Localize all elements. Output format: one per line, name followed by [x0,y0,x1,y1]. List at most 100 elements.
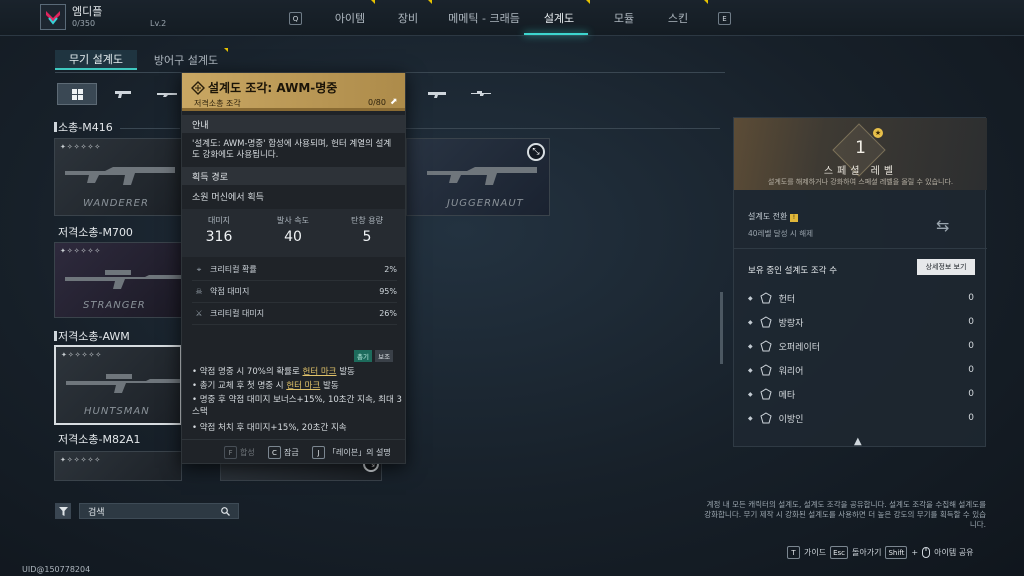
blueprint-card-selected[interactable]: ✦✧✧✧✧✧ HUNTSMAN [54,345,182,425]
subtab-weapon-blueprint[interactable]: 무기 설계도 [55,50,137,70]
trait-text: 약점 처치 후 대미지+15%, 20초간 지속 [199,423,347,433]
trait-badges: 총기 보조 [354,350,394,362]
next-tab-key[interactable]: E [718,12,731,25]
filter-smg-button[interactable] [420,83,454,105]
avatar[interactable] [40,4,66,30]
tooltip-header: 설계도 조각: AWM-명중 저격소총 조각 0/80 ⬈ [182,73,405,111]
class-row-hunter: ◆ 헌터 0 [748,286,974,310]
weapon-group-label: 소총-M416 [58,121,113,134]
filter-rifle-button[interactable] [150,83,184,105]
hunter-mark-link[interactable]: 헌터 마크 [303,367,337,377]
stat-label: 탄창 용량 [351,216,383,225]
player-name: 엠디플 [72,5,103,18]
class-count: 0 [968,389,974,399]
expand-icon[interactable]: ⤡ [527,143,545,161]
trait-bullet: • 약점 처치 후 대미지+15%, 20초간 지속 [192,423,347,433]
key-esc[interactable]: Esc [830,546,849,559]
tab-label: 아이템 [334,12,366,25]
share-item-label: 아이템 공유 [934,548,974,557]
substat-value: 95% [379,287,397,296]
tab-memetic[interactable]: 메메틱 - 크래듬 [442,0,526,36]
hunter-mark-link[interactable]: 헌터 마크 [286,381,320,391]
group-marker [54,331,57,341]
class-row-meta: ◆ 메타 0 [748,382,974,406]
subtab-armor-blueprint[interactable]: 방어구 설계도 [146,50,226,70]
synthesize-hint[interactable]: F 합성 [224,446,255,459]
game-logo-icon [46,11,60,25]
filter-all-button[interactable] [57,83,97,105]
rifle-image [427,167,537,185]
divider [406,128,720,129]
class-count: 0 [968,365,974,375]
class-count: 0 [968,341,974,351]
pistol-icon [115,91,131,98]
blueprint-card[interactable]: ✦✧✧✧✧✧ STRANGER [54,242,182,318]
player-level: Lv.2 [150,19,167,28]
player-exp: 0/350 [72,19,96,28]
hint-label: 합성 [240,448,255,457]
class-row-wanderer: ◆ 방랑자 0 [748,310,974,334]
warrior-icon [759,363,773,377]
tab-module[interactable]: 모듈 [606,0,642,36]
detail-info-button[interactable]: 상세정보 보기 [917,259,975,275]
stranger-icon [759,411,773,425]
filter-sniper-button[interactable] [464,83,498,105]
bottom-key-hints: T 가이드 Esc 돌아가기 Shift + 아이템 공유 [787,546,997,559]
tab-skin[interactable]: 스킨 [658,0,698,36]
filter-pistol-button[interactable] [106,83,140,105]
lock-hint[interactable]: C 잠금 [268,446,299,459]
substat-value: 26% [379,309,397,318]
info-icon: ! [789,214,798,222]
crosshair-icon: ⌖ [196,264,202,274]
new-flag-icon [371,0,375,4]
search-placeholder: 검색 [88,507,105,518]
chevron-up-icon[interactable]: ▲ [854,436,862,447]
sniper-icon [471,91,491,96]
blueprint-card[interactable]: ✦✧✧✧✧✧ WANDERER [54,138,182,216]
trait-text: 발동 [336,367,355,377]
stat-fire-rate: 발사 속도 40 [256,215,330,245]
tab-blueprint[interactable]: 설계도 [530,0,588,36]
raven-description-hint[interactable]: J 「레이븐」의 설명 [312,446,391,459]
tab-equipment[interactable]: 장비 [390,0,426,36]
fragment-count: 0/80 [368,98,386,107]
prev-tab-key[interactable]: Q [289,12,302,25]
substat-label: 크리티컬 대미지 [210,309,265,318]
new-flag-icon [428,0,432,4]
key-c: C [268,446,281,459]
level-label: 스페셜 레벨 [823,166,898,177]
guide-label: 가이드 [804,548,827,557]
weapon-group-label: 저격소총-M700 [58,226,133,239]
stat-value: 40 [284,229,302,245]
filter-button[interactable] [55,503,71,519]
class-row-operator: ◆ 오퍼레이터 0 [748,334,974,358]
convert-sub: 40레벨 달성 시 해제 [748,229,813,238]
search-input[interactable]: 검색 [79,503,239,519]
blueprint-card[interactable]: ✦✧✧✧✧✧ [54,451,182,481]
substat-label: 크리티컬 확률 [210,265,257,274]
section-header-acquire: 획득 경로 [182,167,405,185]
tab-label: 설계도 [543,12,575,25]
class-count: 0 [968,413,974,423]
card-name: HUNTSMAN [84,406,150,417]
rarity-stars: ✦✧✧✧✧✧ [60,247,102,255]
level-description: 설계도를 해제하거나 강화하여 스페셜 레벨을 올릴 수 있습니다. [767,178,954,186]
key-t[interactable]: T [787,546,800,559]
swap-icon[interactable]: ⇆ [936,216,949,235]
key-shift[interactable]: Shift [885,546,908,559]
bullet-dot: ◆ [748,414,753,422]
scrollbar[interactable] [720,292,723,364]
trait-text: 발동 [320,381,339,391]
grid-icon [71,88,83,100]
new-flag-icon [586,0,590,4]
hint-label: 「레이븐」의 설명 [328,448,391,457]
smg-icon [428,91,446,98]
blueprint-info-text: 계정 내 모든 캐릭터의 설계도, 설계도 조각을 공유합니다. 설계도 조각을… [704,500,986,529]
tab-items[interactable]: 아이템 [326,0,374,36]
tooltip-title: 설계도 조각: AWM-명중 [208,81,338,95]
new-flag-icon [704,0,708,4]
trait-bullet: • 명중 후 약점 대미지 보너스+15%, 10초간 지속, 최대 3스택 [192,395,402,417]
tab-label: 스킨 [667,12,689,25]
blueprint-card[interactable]: JUGGERNAUT ⤡ [406,138,550,216]
stat-damage: 대미지 316 [182,215,256,245]
